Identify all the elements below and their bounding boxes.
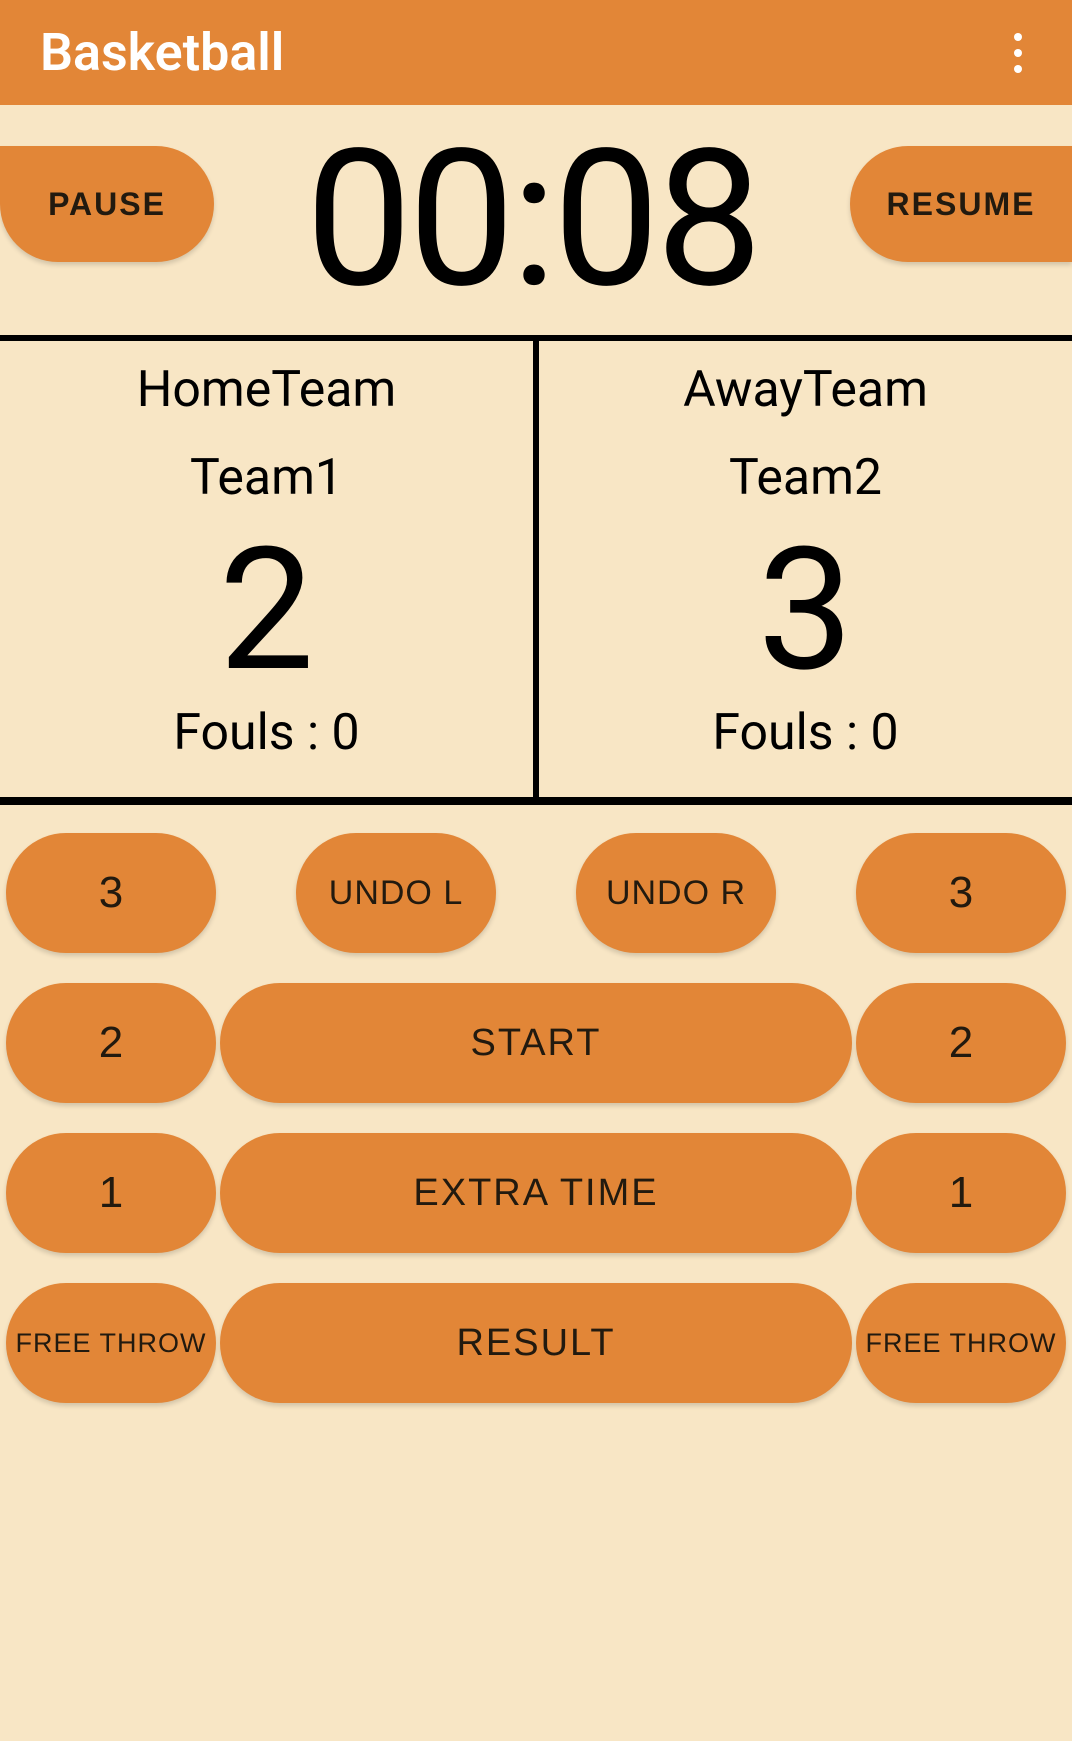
add-2-right-button[interactable]: 2 [856,983,1066,1103]
away-team-fouls: Fouls : 0 [712,704,898,762]
free-throw-left-button[interactable]: FREE THROW [6,1283,216,1403]
home-team-panel: HomeTeam Team1 2 Fouls : 0 [0,341,539,797]
extra-time-button[interactable]: EXTRA TIME [220,1133,852,1253]
control-row-3: 1 EXTRA TIME 1 [6,1133,1066,1253]
add-3-left-button[interactable]: 3 [6,833,216,953]
undo-left-button[interactable]: UNDO L [296,833,496,953]
timer-section: PAUSE 00:08 RESUME [0,105,1072,335]
app-header: Basketball [0,0,1072,105]
add-1-right-button[interactable]: 1 [856,1133,1066,1253]
home-team-fouls: Fouls : 0 [173,704,359,762]
away-team-panel: AwayTeam Team2 3 Fouls : 0 [539,341,1072,797]
add-2-left-button[interactable]: 2 [6,983,216,1103]
timer-display: 00:08 [305,125,758,315]
undo-right-button[interactable]: UNDO R [576,833,776,953]
home-team-name: Team1 [190,449,343,507]
away-team-label: AwayTeam [683,361,928,419]
pause-button[interactable]: PAUSE [0,146,214,262]
resume-button[interactable]: RESUME [850,146,1072,262]
add-3-right-button[interactable]: 3 [856,833,1066,953]
away-team-name: Team2 [729,449,882,507]
result-button[interactable]: RESULT [220,1283,852,1403]
control-row-2: 2 START 2 [6,983,1066,1103]
home-team-label: HomeTeam [137,361,397,419]
controls-section: 3 UNDO L UNDO R 3 2 START 2 1 EXTRA TIME… [0,805,1072,1403]
app-title: Basketball [40,22,284,83]
away-team-score: 3 [758,517,854,704]
start-button[interactable]: START [220,983,852,1103]
control-row-1: 3 UNDO L UNDO R 3 [6,833,1066,953]
control-row-4: FREE THROW RESULT FREE THROW [6,1283,1066,1403]
free-throw-right-button[interactable]: FREE THROW [856,1283,1066,1403]
add-1-left-button[interactable]: 1 [6,1133,216,1253]
score-section: HomeTeam Team1 2 Fouls : 0 AwayTeam Team… [0,335,1072,805]
more-menu-icon[interactable] [1004,23,1032,83]
home-team-score: 2 [219,517,315,704]
